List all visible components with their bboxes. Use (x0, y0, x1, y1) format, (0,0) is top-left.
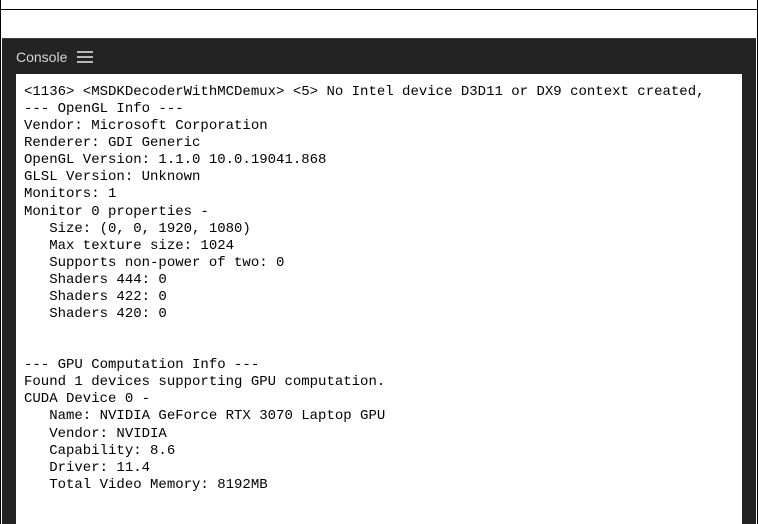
console-panel: Console <1136> <MSDKDecoderWithMCDemux> … (2, 38, 756, 524)
console-line: Found 1 devices supporting GPU computati… (24, 374, 734, 391)
console-line: Size: (0, 0, 1920, 1080) (24, 221, 734, 238)
console-line: CUDA Device 0 - (24, 391, 734, 408)
console-output: <1136> <MSDKDecoderWithMCDemux> <5> No I… (16, 74, 742, 524)
window-titlebar-strip (1, 0, 757, 10)
console-line: Shaders 444: 0 (24, 272, 734, 289)
panel-menu-icon[interactable] (77, 51, 93, 63)
console-line: Renderer: GDI Generic (24, 135, 734, 152)
console-line: Name: NVIDIA GeForce RTX 3070 Laptop GPU (24, 408, 734, 425)
console-line (24, 340, 734, 357)
console-line: --- OpenGL Info --- (24, 101, 734, 118)
console-line: Vendor: NVIDIA (24, 426, 734, 443)
app-window: Console <1136> <MSDKDecoderWithMCDemux> … (0, 0, 758, 524)
console-line: Capability: 8.6 (24, 443, 734, 460)
console-line: <1136> <MSDKDecoderWithMCDemux> <5> No I… (24, 84, 734, 101)
console-line (24, 323, 734, 340)
console-line: Supports non-power of two: 0 (24, 255, 734, 272)
console-line: Max texture size: 1024 (24, 238, 734, 255)
console-panel-header: Console (2, 38, 756, 74)
toolbar-spacer (1, 10, 757, 38)
console-line: OpenGL Version: 1.1.0 10.0.19041.868 (24, 152, 734, 169)
console-line: Monitor 0 properties - (24, 204, 734, 221)
console-line: GLSL Version: Unknown (24, 169, 734, 186)
console-panel-title: Console (16, 49, 67, 65)
console-line: --- GPU Computation Info --- (24, 357, 734, 374)
console-line: Monitors: 1 (24, 186, 734, 203)
console-line: Driver: 11.4 (24, 460, 734, 477)
console-line: Shaders 422: 0 (24, 289, 734, 306)
console-line: Total Video Memory: 8192MB (24, 477, 734, 494)
console-line: Vendor: Microsoft Corporation (24, 118, 734, 135)
console-line: Shaders 420: 0 (24, 306, 734, 323)
